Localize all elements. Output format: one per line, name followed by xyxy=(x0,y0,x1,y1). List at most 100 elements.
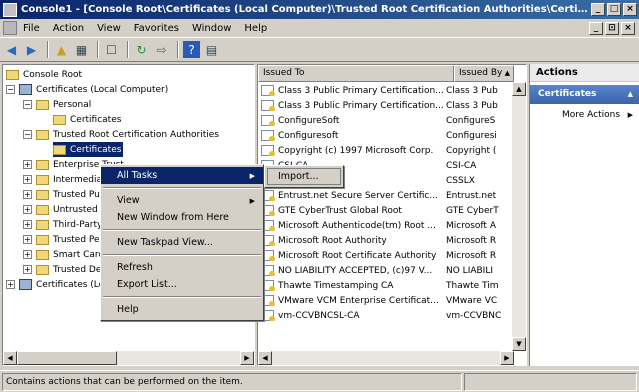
child-restore-button[interactable]: ⊡ xyxy=(605,21,619,35)
back-arrow-icon[interactable]: ◀ xyxy=(3,41,20,58)
issued-to-cell: Thawte Timestamping CA xyxy=(278,280,394,291)
title-bar[interactable]: Console1 - [Console Root\Certificates (L… xyxy=(0,0,639,19)
menu-view[interactable]: View xyxy=(97,23,121,34)
menu-item-export-list[interactable]: Export List... xyxy=(101,276,263,293)
expand-icon[interactable]: + xyxy=(23,205,32,214)
submenu-arrow-icon: ▶ xyxy=(627,111,633,119)
table-row[interactable]: GTE CyberTrust Global Root GTE CyberT xyxy=(258,203,510,218)
menu-item-view[interactable]: View ▶ xyxy=(101,192,263,209)
tree-item-personal-certificates[interactable]: Certificates xyxy=(53,112,121,127)
actions-section-certificates[interactable]: Certificates ▲ xyxy=(530,85,639,104)
close-button[interactable]: × xyxy=(623,3,637,16)
list-horizontal-scrollbar[interactable]: ◀ ▶ xyxy=(258,351,514,365)
menu-favorites[interactable]: Favorites xyxy=(134,23,179,34)
expand-icon[interactable]: + xyxy=(23,235,32,244)
folder-icon xyxy=(6,69,19,80)
expand-icon[interactable]: + xyxy=(23,220,32,229)
issued-to-cell: vm-CCVBNCSL-CA xyxy=(278,310,360,321)
scroll-left-icon[interactable]: ◀ xyxy=(258,351,272,365)
expand-icon[interactable]: + xyxy=(23,265,32,274)
tree-item-trusted-root-certificates[interactable]: Certificates xyxy=(53,142,124,157)
table-row[interactable]: Entrust.net Secure Server Certific... Ent… xyxy=(258,188,510,203)
menu-item-import[interactable]: Import... xyxy=(267,168,341,185)
results-pane[interactable]: Issued To Issued By ▲ Class 3 Public Pri… xyxy=(257,64,527,366)
menu-item-help[interactable]: Help xyxy=(101,301,263,318)
table-row[interactable]: Microsoft Root Certificate Authority Micr… xyxy=(258,248,510,263)
menu-item-refresh[interactable]: Refresh xyxy=(101,259,263,276)
menu-item-all-tasks[interactable]: All Tasks ▶ xyxy=(101,167,263,184)
actions-pane: Actions Certificates ▲ More Actions ▶ xyxy=(529,64,639,366)
scroll-left-icon[interactable]: ◀ xyxy=(3,351,17,365)
issued-to-cell: NO LIABILITY ACCEPTED, (c)97 V... xyxy=(278,265,433,276)
up-folder-icon[interactable]: ▲ xyxy=(53,41,70,58)
table-row[interactable]: VMware VCM Enterprise Certificat... VMwar… xyxy=(258,293,510,308)
issued-to-cell: Microsoft Root Certificate Authority xyxy=(278,250,437,261)
table-row[interactable]: Configuresoft Configuresi xyxy=(258,128,510,143)
table-row[interactable]: Microsoft Root Authority Microsoft R xyxy=(258,233,510,248)
menu-item-new-window[interactable]: New Window from Here xyxy=(101,209,263,226)
table-row[interactable]: Copyright (c) 1997 Microsoft Corp. Copyri… xyxy=(258,143,510,158)
action-pane-icon[interactable]: ▤ xyxy=(203,41,220,58)
table-row[interactable]: vm-CCVBNCSL-CA vm-CCVBNC xyxy=(258,308,510,323)
refresh-icon[interactable]: ↻ xyxy=(133,41,150,58)
collapse-icon[interactable]: − xyxy=(23,130,32,139)
folder-icon xyxy=(36,189,49,200)
collapse-icon[interactable]: − xyxy=(6,85,15,94)
issued-by-cell: Microsoft R xyxy=(446,250,497,261)
tree-item-personal[interactable]: − Personal xyxy=(23,97,91,112)
column-issued-to[interactable]: Issued To xyxy=(258,65,454,82)
tree-horizontal-scrollbar[interactable]: ◀ ▶ xyxy=(3,351,254,365)
table-row[interactable]: Microsoft Authenticode(tm) Root ... Micro… xyxy=(258,218,510,233)
submenu-arrow-icon: ▶ xyxy=(249,171,255,180)
menu-separator xyxy=(103,296,261,298)
menu-help[interactable]: Help xyxy=(244,23,267,34)
expand-icon[interactable]: + xyxy=(23,160,32,169)
table-row[interactable]: NO LIABILITY ACCEPTED, (c)97 V... NO LIAB… xyxy=(258,263,510,278)
table-row[interactable]: Class 3 Public Primary Certification... C… xyxy=(258,98,510,113)
column-issued-by[interactable]: Issued By ▲ xyxy=(454,65,514,82)
minimize-button[interactable]: _ xyxy=(591,3,605,16)
help-icon[interactable]: ? xyxy=(183,41,200,58)
status-panel xyxy=(464,372,637,391)
window-title: Console1 - [Console Root\Certificates (L… xyxy=(21,4,591,15)
scroll-down-icon[interactable]: ▼ xyxy=(512,337,526,351)
collapse-arrow-icon[interactable]: ▲ xyxy=(628,85,633,104)
certificate-icon xyxy=(261,130,275,141)
scroll-thumb[interactable] xyxy=(17,351,117,365)
export-list-icon[interactable]: ⇨ xyxy=(153,41,170,58)
menu-window[interactable]: Window xyxy=(192,23,231,34)
forward-arrow-icon[interactable]: ▶ xyxy=(23,41,40,58)
tree-item-console-root[interactable]: Console Root xyxy=(6,67,82,82)
scroll-up-icon[interactable]: ▲ xyxy=(512,82,526,96)
scroll-right-icon[interactable]: ▶ xyxy=(240,351,254,365)
status-text: Contains actions that can be performed o… xyxy=(2,372,462,391)
menu-bar: File Action View Favorites Window Help _… xyxy=(0,19,639,38)
menu-item-new-taskpad-view[interactable]: New Taskpad View... xyxy=(101,234,263,251)
expand-icon[interactable]: + xyxy=(23,190,32,199)
tree-item-certificates-local[interactable]: − Certificates (Local Computer) xyxy=(6,82,168,97)
list-vertical-scrollbar[interactable]: ▲ ▼ xyxy=(512,82,526,351)
console-icon[interactable] xyxy=(3,21,17,35)
actions-title: Actions xyxy=(530,64,639,82)
tree-item-trusted-root[interactable]: − Trusted Root Certification Authorities xyxy=(23,127,219,142)
table-row[interactable]: ConfigureSoft ConfigureS xyxy=(258,113,510,128)
show-hide-tree-icon[interactable]: ▦ xyxy=(73,41,90,58)
table-row[interactable]: Class 3 Public Primary Certification... C… xyxy=(258,83,510,98)
table-row[interactable]: Thawte Timestamping CA Thawte Tim xyxy=(258,278,510,293)
expand-icon[interactable]: + xyxy=(23,175,32,184)
properties-icon[interactable]: ☐ xyxy=(103,41,120,58)
collapse-icon[interactable]: − xyxy=(23,100,32,109)
child-minimize-button[interactable]: _ xyxy=(589,21,603,35)
menu-file[interactable]: File xyxy=(23,23,40,34)
issued-by-cell: Microsoft A xyxy=(446,220,496,231)
maximize-button[interactable]: □ xyxy=(607,3,621,16)
issued-by-cell: ConfigureS xyxy=(446,115,496,126)
menu-action[interactable]: Action xyxy=(53,23,84,34)
scroll-right-icon[interactable]: ▶ xyxy=(500,351,514,365)
child-close-button[interactable]: × xyxy=(621,21,635,35)
expand-icon[interactable]: + xyxy=(23,250,32,259)
expand-icon[interactable]: + xyxy=(6,280,15,289)
more-actions-item[interactable]: More Actions ▶ xyxy=(530,107,639,123)
issued-by-cell: CSI-CA xyxy=(446,160,477,171)
context-menu: All Tasks ▶ View ▶ New Window from Here Ne… xyxy=(100,164,264,321)
